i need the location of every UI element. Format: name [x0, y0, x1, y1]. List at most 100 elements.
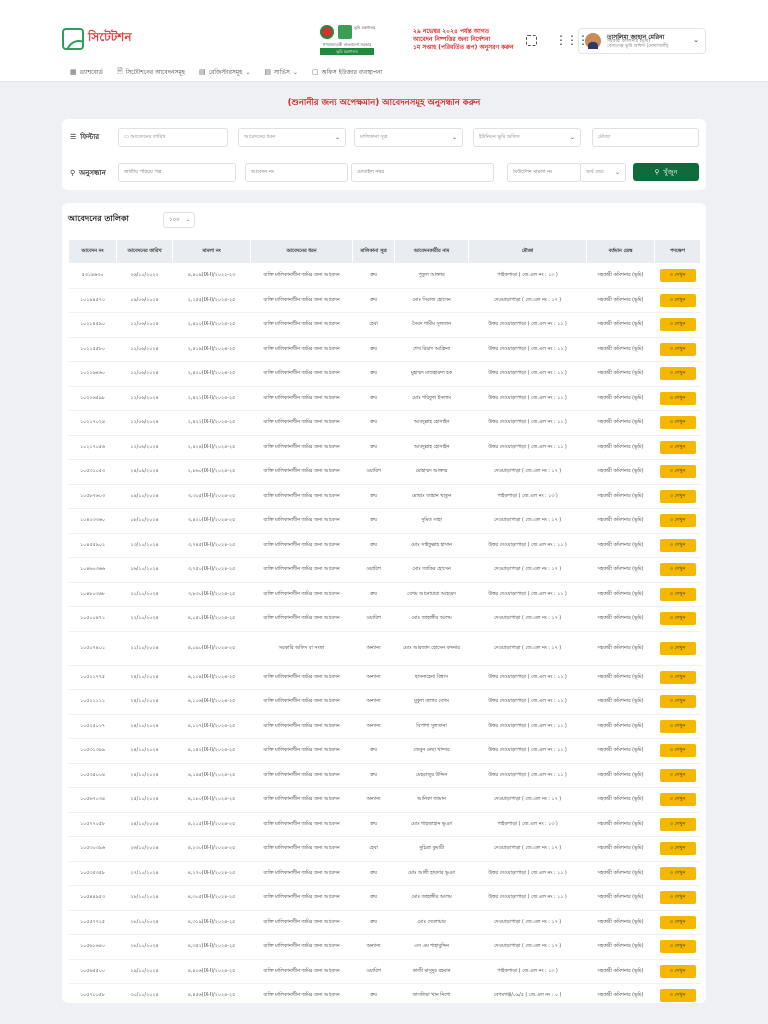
search-button[interactable]: ⚲ খুঁজুন — [633, 163, 699, 181]
table-cell: সহকারী কমিশনার (ভূমি) — [586, 288, 655, 313]
table-cell: ১০২১৬৪৬০ — [68, 361, 117, 387]
view-button[interactable]: ৩ দেখুন — [659, 563, 696, 577]
table-row: ১০১৯৪৫৭০ ০৯/০৬/২০২৪ ২,২৫৫(IX-I)/২০২৪-২৫ ব্য… — [68, 288, 701, 313]
table-cell: ৩০/১০/২০২৪ — [116, 983, 173, 1003]
user-menu[interactable]: তাসলিমা জাহান মেরিনা সহকারী কমিশনার (ভূম… — [578, 28, 706, 54]
view-button[interactable]: ৩ দেখুন — [659, 915, 696, 929]
fiscal-year-select[interactable]: অর্থ বছর ⌄ — [580, 163, 626, 182]
nid-input[interactable] — [118, 163, 236, 182]
table-cell: ৪,০৫০(IX-I)/২০২৪-২৫ — [172, 606, 251, 632]
nid-field[interactable] — [124, 169, 224, 175]
table-row: ৫৩১৪৬৩০ ২৬/১০/২০২২ ৪,৪০৯(IX-I)/২০২২-২৩ ব্যক… — [68, 263, 701, 289]
view-button[interactable]: ৩ দেখুন — [659, 817, 696, 831]
table-cell: ১২/০৬/২০২৪ — [116, 337, 173, 362]
view-button[interactable]: ৩ দেখুন — [659, 538, 696, 552]
table-cell: উত্তর দেওয়াড়াপাড়া ( জে.এল নং : ১১ ) — [468, 410, 587, 436]
table-cell: সৈয়দ শামীম সুলতান — [394, 312, 469, 338]
fullscreen-icon[interactable] — [526, 35, 537, 46]
table-row: ১০৫২১১১১ ২৪/১০/২০২৪ ৪,১০৬(IX-I)/২০২৪-২৫ ব্য… — [68, 689, 701, 715]
table-cell: মুহাম্মদ মাজহারুল হক — [394, 361, 469, 387]
fiscal-year-placeholder: অর্থ বছর — [586, 169, 604, 175]
action-cell: ৩ দেখুন — [654, 606, 701, 632]
mobile-number-field[interactable] — [357, 169, 480, 175]
table-cell: উত্তর দেওয়াড়াপাড়া ( জে.এল নং : ১১ ) — [468, 763, 587, 788]
view-button[interactable]: ৩ দেখুন — [659, 793, 696, 807]
table-cell: মোছাঃ জাহান খাতুন — [394, 484, 469, 509]
table-row: ১০২১৪৫৯০ ১২/০৬/২০২৪ ২,৪১০(IX-I)/২০২৪-২৫ ব্য… — [68, 312, 701, 338]
apps-grid-icon[interactable]: ⋮⋮⋮ — [555, 32, 589, 48]
view-button[interactable]: ৩ দেখুন — [659, 587, 696, 601]
page-size-select[interactable]: ১০০ ⌄ — [163, 212, 195, 228]
table-cell: ৩,৩০৫(IX-I)/২০২৪-২৫ — [172, 484, 251, 509]
view-button[interactable]: ৩ দেখুন — [659, 695, 696, 709]
view-button[interactable]: ৩ দেখুন — [659, 641, 696, 655]
application-number-input[interactable] — [245, 163, 348, 182]
view-button[interactable]: ৩ দেখুন — [659, 744, 696, 758]
table-row: ১০৫৩৫০০৪ ২৪/১০/২০২৪ ৪,১৪৫(IX-I)/২০২৪-২৫ ব্য… — [68, 763, 701, 788]
table-cell: ৪,২৩০(IX-I)/২০২৪-২৫ — [172, 836, 251, 862]
nav-item[interactable]: ▤ সার্ভিস ⌄ — [264, 67, 298, 78]
view-button[interactable]: ৩ দেখুন — [659, 842, 696, 856]
case-number-field[interactable] — [513, 169, 574, 175]
view-button[interactable]: ৩ দেখুন — [659, 964, 696, 978]
nav-item[interactable]: ▤ রেজিস্টারসমূহ ⌄ — [199, 67, 250, 78]
view-button[interactable]: ৩ দেখুন — [659, 269, 696, 283]
chevron-down-icon: ⌄ — [569, 134, 575, 141]
table-row: ১০৫৫৭৭২৫ ২৮/১০/২০২৪ ৪,৩১৯(IX-I)/২০২৪-২৫ ব্য… — [68, 910, 701, 935]
mouza-select[interactable]: মৌজা — [592, 128, 699, 147]
table-row: ১০৫৩০৩৯৬ ২৬/১০/২০২৪ ৪,২৩০(IX-I)/২০২৪-২৫ ব্য… — [68, 836, 701, 862]
view-button[interactable]: ৩ দেখুন — [659, 989, 696, 1003]
table-cell: ১০৫৩০৩৯৬ — [68, 836, 117, 862]
nav-item[interactable]: ▢ অফিস ইউজার ব্যবস্থাপনা — [312, 67, 382, 78]
table-cell: ২৮/১০/২০২৪ — [116, 934, 173, 960]
column-header: মৌজা — [468, 239, 587, 264]
view-button[interactable]: ৩ দেখুন — [659, 866, 696, 880]
action-cell: ৩ দেখুন — [654, 459, 701, 485]
view-button[interactable]: ৩ দেখুন — [659, 318, 696, 332]
table-cell: ব্যক্তি মালিকানাধীন জমির জন্য আবেদন — [250, 714, 353, 739]
date-filter[interactable]: ▭ আবেদনের তারিখ — [118, 128, 228, 147]
view-button[interactable]: ৩ দেখুন — [659, 670, 696, 684]
table-cell: ২৪/১০/২০২৪ — [116, 714, 173, 739]
view-button[interactable]: ৩ দেখুন — [659, 489, 696, 503]
table-cell: উত্তর দেওয়াড়াপাড়া ( জে.এল নং : ১১ ) — [468, 689, 587, 715]
table-cell: ৩,৪২০(IX-I)/২০২৪-২৫ — [172, 508, 251, 534]
nav-item[interactable]: 🗎 সিটেটশনের আবেদনসমূহ — [117, 67, 185, 78]
table-cell: ২৫/১০/২০২৪ — [116, 787, 173, 813]
table-cell: ৪,১০৭(IX-I)/২০২৪-২৫ — [172, 714, 251, 739]
union-land-office-select[interactable]: ইউনিয়ন ভূমি অফিস ⌄ — [473, 128, 581, 147]
mobile-number-input[interactable] — [351, 163, 494, 182]
table-cell: উত্তর দেওয়াড়াপাড়া ( জে.এল নং : ১১ ) — [468, 533, 587, 558]
view-button[interactable]: ৩ দেখুন — [659, 293, 696, 307]
table-cell: ব্যক্তি মালিকানাধীন জমির জন্য আবেদন — [250, 459, 353, 485]
view-button[interactable]: ৩ দেখুন — [659, 514, 696, 528]
view-button[interactable]: ৩ দেখুন — [659, 391, 696, 405]
view-button[interactable]: ৩ দেখুন — [659, 440, 696, 454]
application-number-field[interactable] — [251, 169, 338, 175]
view-button[interactable]: ৩ দেখুন — [659, 367, 696, 381]
ownership-source-select[interactable]: মালিকানা সূত্র ⌄ — [354, 128, 463, 147]
view-button[interactable]: ৩ দেখুন — [659, 465, 696, 479]
user-office-line: বেগমগঞ্জ ভূমি অফিস (নোয়াখালী) — [607, 44, 669, 49]
app-logo[interactable]: সিটেটশন — [62, 28, 132, 50]
table-cell: ক্রয় — [352, 484, 395, 509]
date-filter-placeholder: আবেদনের তারিখ — [130, 134, 166, 140]
view-button[interactable]: ৩ দেখুন — [659, 940, 696, 954]
table-cell: ৪,২৭০(IX-I)/২০২৪-২৫ — [172, 861, 251, 886]
table-row: ১০৫২১৭৭৫ ২৪/১০/২০২৪ ৪,১০৪(IX-I)/২০২৪-২৫ ব্য… — [68, 665, 701, 690]
logo-icon — [62, 28, 84, 50]
nav-item[interactable]: ▦ ড্যাশবোর্ড — [70, 67, 103, 78]
view-button[interactable]: ৩ দেখুন — [659, 768, 696, 782]
nav-item-label: সার্ভিস — [273, 68, 290, 76]
application-type-select[interactable]: আবেদনের ধরন ⌄ — [238, 128, 346, 147]
view-button[interactable]: ৩ দেখুন — [659, 612, 696, 626]
notice-line: ২৯ নভেম্বর ২০২৪ পর্যন্ত আগত — [413, 28, 490, 35]
view-button[interactable]: ৩ দেখুন — [659, 342, 696, 356]
case-number-input[interactable] — [507, 163, 581, 182]
view-button[interactable]: ৩ দেখুন — [659, 891, 696, 905]
table-cell: ব্যক্তি মালিকানাধীন জমির জন্য আবেদন — [250, 337, 353, 362]
view-button[interactable]: ৩ দেখুন — [659, 416, 696, 430]
table-cell: ১০৫৩১৩৯৯ — [68, 738, 117, 764]
table-cell: এস এম শাহাবুদ্দিন — [394, 934, 469, 960]
view-button[interactable]: ৩ দেখুন — [659, 719, 696, 733]
